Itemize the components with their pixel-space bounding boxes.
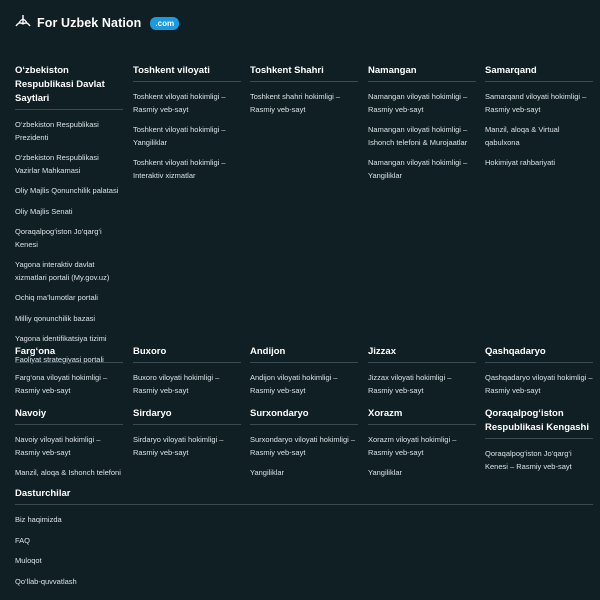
link-yangiliklar[interactable]: Toshkent viloyati hokimligi – Yangilikla…: [133, 124, 241, 149]
section-title: Xorazm: [368, 407, 476, 425]
section-title: Farg‘ona: [15, 345, 123, 363]
link-rasmiy-veb-sayt[interactable]: Navoiy viloyati hokimligi – Rasmiy veb-s…: [15, 434, 123, 459]
link-rasmiy-veb-sayt[interactable]: Toshkent viloyati hokimligi – Rasmiy veb…: [133, 91, 241, 116]
section-qoraqalpogiston: Qoraqalpog‘iston Respublikasi Kengashi Q…: [485, 407, 593, 481]
tulip-logo-icon[interactable]: [15, 14, 31, 32]
link-senat[interactable]: Oliy Majlis Senati: [15, 206, 123, 219]
section-title: Toshkent viloyati: [133, 64, 241, 82]
link-rasmiy-veb-sayt[interactable]: Farg‘ona viloyati hokimligi – Rasmiy veb…: [15, 372, 123, 397]
section-sirdaryo: Sirdaryo Sirdaryo viloyati hokimligi – R…: [133, 407, 241, 467]
section-navoiy: Navoiy Navoiy viloyati hokimligi – Rasmi…: [15, 407, 123, 488]
section-samarqand: Samarqand Samarqand viloyati hokimligi –…: [485, 64, 593, 178]
section-title: Samarqand: [485, 64, 593, 82]
link-virtual-qabulxona[interactable]: Manzil, aloqa & Virtual qabulxona: [485, 124, 593, 149]
section-dasturchilar: Dasturchilar Biz haqimizda FAQ Muloqot Q…: [15, 487, 593, 596]
link-identifikatsiya[interactable]: Yagona identifikatsiya tizimi: [15, 333, 123, 346]
link-rasmiy-veb-sayt[interactable]: Andijon viloyati hokimligi – Rasmiy veb-…: [250, 372, 358, 397]
section-title: Buxoro: [133, 345, 241, 363]
link-rasmiy-veb-sayt[interactable]: Samarqand viloyati hokimligi – Rasmiy ve…: [485, 91, 593, 116]
link-yangiliklar[interactable]: Namangan viloyati hokimligi – Yangilikla…: [368, 157, 476, 182]
link-rasmiy-veb-sayt[interactable]: Surxondaryo viloyati hokimligi – Rasmiy …: [250, 434, 358, 459]
link-vazirlar-mahkamasi[interactable]: O‘zbekiston Respublikasi Vazirlar Mahkam…: [15, 152, 123, 177]
section-buxoro: Buxoro Buxoro viloyati hokimligi – Rasmi…: [133, 345, 241, 405]
link-rasmiy-veb-sayt[interactable]: Jizzax viloyati hokimligi – Rasmiy veb-s…: [368, 372, 476, 397]
link-yangiliklar[interactable]: Yangiliklar: [250, 467, 358, 480]
section-fargona: Farg‘ona Farg‘ona viloyati hokimligi – R…: [15, 345, 123, 405]
section-jizzax: Jizzax Jizzax viloyati hokimligi – Rasmi…: [368, 345, 476, 405]
section-title: Navoiy: [15, 407, 123, 425]
section-andijon: Andijon Andijon viloyati hokimligi – Ras…: [250, 345, 358, 405]
link-prezident[interactable]: O‘zbekiston Respublikasi Prezidenti: [15, 119, 123, 144]
section-title: O‘zbekiston Respublikasi Davlat Saytlari: [15, 64, 123, 110]
link-rasmiy-veb-sayt[interactable]: Qashqadaryo viloyati hokimligi – Rasmiy …: [485, 372, 593, 397]
section-toshkent-viloyati: Toshkent viloyati Toshkent viloyati hoki…: [133, 64, 241, 190]
link-ishonch-telefoni[interactable]: Manzil, aloqa & Ishonch telefoni: [15, 467, 123, 480]
brand-name[interactable]: For Uzbek Nation: [37, 16, 141, 30]
link-rasmiy-veb-sayt[interactable]: Namangan viloyati hokimligi – Rasmiy veb…: [368, 91, 476, 116]
link-rahbariyat[interactable]: Hokimiyat rahbariyati: [485, 157, 593, 170]
section-title: Qoraqalpog‘iston Respublikasi Kengashi: [485, 407, 593, 439]
link-muloqot[interactable]: Muloqot: [15, 555, 123, 568]
section-title: Surxondaryo: [250, 407, 358, 425]
link-yangiliklar[interactable]: Yangiliklar: [368, 467, 476, 480]
link-faq[interactable]: FAQ: [15, 535, 123, 548]
section-davlat-saytlari: O‘zbekiston Respublikasi Davlat Saytlari…: [15, 64, 123, 374]
link-biz-haqimizda[interactable]: Biz haqimizda: [15, 514, 123, 527]
section-title: Jizzax: [368, 345, 476, 363]
section-title: Andijon: [250, 345, 358, 363]
link-qoraqalpogiston-kenesi[interactable]: Qoraqalpog‘iston Jo‘qarg‘i Kenesi: [15, 226, 123, 251]
section-title: Sirdaryo: [133, 407, 241, 425]
section-toshkent-shahri: Toshkent Shahri Toshkent shahri hokimlig…: [250, 64, 358, 124]
section-title: Qashqadaryo: [485, 345, 593, 363]
link-interaktiv-xizmatlar[interactable]: Toshkent viloyati hokimligi – Interaktiv…: [133, 157, 241, 182]
domain-badge: .com: [150, 16, 180, 30]
link-rasmiy-veb-sayt[interactable]: Qoraqalpog‘iston Jo‘qarg‘i Kenesi – Rasm…: [485, 448, 593, 473]
section-xorazm: Xorazm Xorazm viloyati hokimligi – Rasmi…: [368, 407, 476, 488]
link-rasmiy-veb-sayt[interactable]: Buxoro viloyati hokimligi – Rasmiy veb-s…: [133, 372, 241, 397]
link-my-gov[interactable]: Yagona interaktiv davlat xizmatlari port…: [15, 259, 123, 284]
link-qollab-quvvatlash[interactable]: Qo‘llab-quvvatlash: [15, 576, 123, 589]
link-rasmiy-veb-sayt[interactable]: Xorazm viloyati hokimligi – Rasmiy veb-s…: [368, 434, 476, 459]
section-title: Toshkent Shahri: [250, 64, 358, 82]
link-rasmiy-veb-sayt[interactable]: Sirdaryo viloyati hokimligi – Rasmiy veb…: [133, 434, 241, 459]
link-rasmiy-veb-sayt[interactable]: Toshkent shahri hokimligi – Rasmiy veb-s…: [250, 91, 358, 116]
link-ochiq-malumotlar[interactable]: Ochiq ma’lumotlar portali: [15, 292, 123, 305]
section-title: Dasturchilar: [15, 487, 593, 505]
site-header: For Uzbek Nation .com: [15, 14, 180, 32]
section-title: Namangan: [368, 64, 476, 82]
link-ishonch-telefoni[interactable]: Namangan viloyati hokimligi – Ishonch te…: [368, 124, 476, 149]
link-qonunchilik-palatasi[interactable]: Oliy Majlis Qonunchilik palatasi: [15, 185, 123, 198]
link-qonunchilik-bazasi[interactable]: Milliy qonunchilik bazasi: [15, 313, 123, 326]
section-namangan: Namangan Namangan viloyati hokimligi – R…: [368, 64, 476, 190]
section-surxondaryo: Surxondaryo Surxondaryo viloyati hokimli…: [250, 407, 358, 488]
section-qashqadaryo: Qashqadaryo Qashqadaryo viloyati hokimli…: [485, 345, 593, 405]
